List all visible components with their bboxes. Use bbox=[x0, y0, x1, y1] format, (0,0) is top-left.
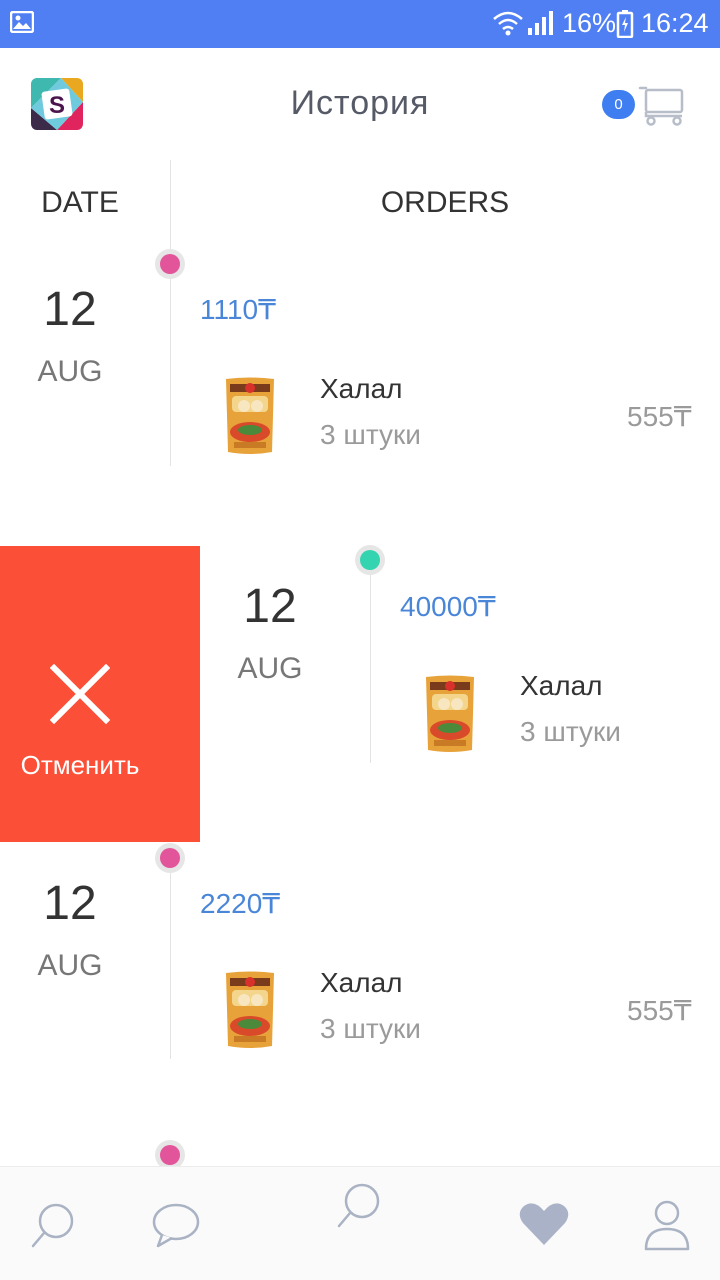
date-column-header: DATE bbox=[41, 186, 119, 219]
timeline-dot bbox=[355, 545, 385, 575]
product-name: Халал bbox=[320, 967, 403, 998]
order-day: 12 bbox=[43, 877, 97, 930]
product-price: 555₸ bbox=[627, 401, 692, 432]
order-month: AUG bbox=[37, 949, 103, 982]
product-name: Халал bbox=[520, 670, 603, 701]
battery-icon bbox=[616, 10, 634, 38]
timeline-line bbox=[370, 575, 371, 763]
bottom-navigation bbox=[0, 1166, 720, 1280]
search-icon[interactable] bbox=[336, 1181, 382, 1229]
product-quantity: 3 штуки bbox=[520, 716, 621, 747]
status-bar: 16% 16:24 bbox=[0, 0, 720, 48]
cart-count-badge: 0 bbox=[602, 90, 635, 119]
app-header: S История 0 bbox=[0, 48, 720, 160]
gallery-icon bbox=[10, 11, 34, 33]
order-total: 40000₸ bbox=[400, 591, 496, 622]
product-image bbox=[226, 377, 274, 454]
cancel-label: Отменить bbox=[20, 750, 140, 780]
clock: 16:24 bbox=[641, 8, 709, 38]
battery-percent: 16% bbox=[562, 8, 617, 38]
timeline-line bbox=[170, 160, 171, 466]
product-image bbox=[226, 971, 274, 1048]
chat-icon[interactable] bbox=[152, 1203, 200, 1248]
product-name: Халал bbox=[320, 373, 403, 404]
product-image bbox=[426, 675, 474, 752]
product-quantity: 3 штуки bbox=[320, 419, 421, 450]
product-price: 555₸ bbox=[627, 995, 692, 1026]
heart-icon[interactable] bbox=[518, 1201, 570, 1247]
timeline-line bbox=[170, 843, 171, 1059]
profile-icon[interactable] bbox=[643, 1199, 691, 1251]
order-total: 1110₸ bbox=[200, 294, 276, 325]
orders-column-header: ORDERS bbox=[380, 186, 510, 219]
product-quantity: 3 штуки bbox=[320, 1013, 421, 1044]
search-icon[interactable] bbox=[30, 1201, 76, 1249]
order-day: 12 bbox=[243, 580, 297, 633]
signal-icon bbox=[528, 11, 553, 35]
order-month: AUG bbox=[37, 355, 103, 388]
order-day: 12 bbox=[43, 283, 97, 336]
timeline-dot bbox=[155, 249, 185, 279]
order-month: AUG bbox=[237, 652, 303, 685]
order-total: 2220₸ bbox=[200, 888, 281, 919]
close-icon bbox=[50, 664, 110, 724]
timeline-dot bbox=[155, 843, 185, 873]
cart-icon[interactable] bbox=[638, 84, 686, 126]
wifi-icon bbox=[493, 11, 523, 36]
